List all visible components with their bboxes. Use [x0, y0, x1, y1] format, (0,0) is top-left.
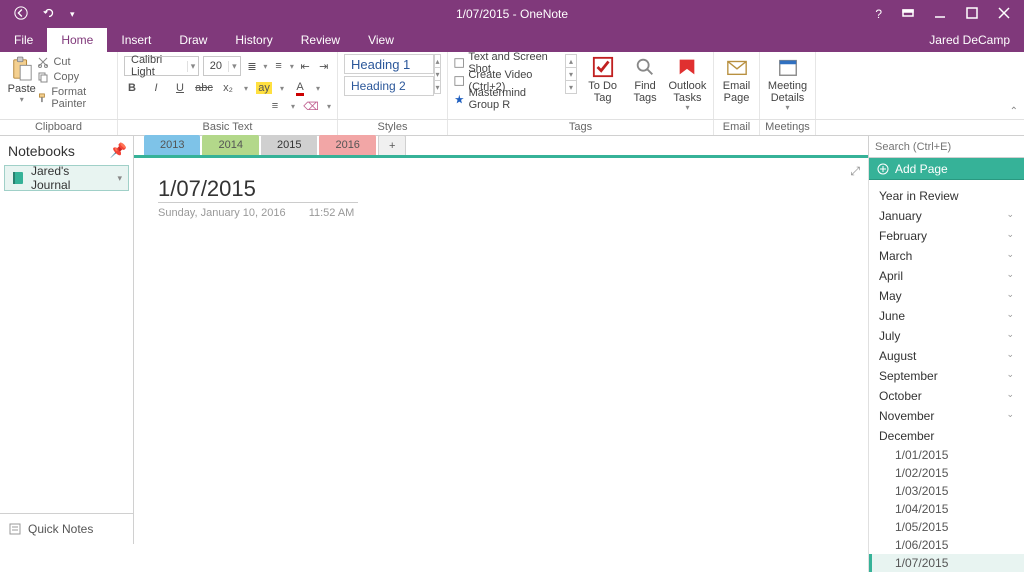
page-group-august[interactable]: August⌄: [869, 346, 1024, 366]
page-item[interactable]: 1/01/2015: [869, 446, 1024, 464]
page-item[interactable]: 1/07/2015: [869, 554, 1024, 572]
minimize-icon[interactable]: [934, 7, 946, 22]
maximize-icon[interactable]: [966, 7, 978, 22]
clear-format-icon[interactable]: ⌫: [303, 98, 319, 114]
page-title[interactable]: 1/07/2015: [158, 176, 358, 203]
pin-icon[interactable]: 📌: [110, 142, 127, 159]
ribbon-group-labels: Clipboard Basic Text Styles Tags Email M…: [0, 120, 1024, 136]
page-list-panel: Add Page Year in Review January⌄February…: [868, 158, 1024, 572]
section-tabs: 2013 2014 2015 2016 +: [134, 136, 868, 158]
styles-up-icon[interactable]: ▴: [434, 54, 441, 68]
page-group-november[interactable]: November⌄: [869, 406, 1024, 426]
style-heading1[interactable]: Heading 1: [344, 54, 434, 74]
add-page-button[interactable]: Add Page: [869, 158, 1024, 180]
highlight-icon[interactable]: ay: [256, 80, 272, 96]
page-group-april[interactable]: April⌄: [869, 266, 1024, 286]
tag-item-3[interactable]: Mastermind Group R: [454, 90, 559, 108]
email-page-button[interactable]: Email Page: [720, 54, 753, 104]
section-tab-2013[interactable]: 2013: [144, 135, 200, 155]
outdent-icon[interactable]: ⇤: [298, 58, 313, 74]
bullets-icon[interactable]: ≣: [245, 58, 260, 74]
underline-icon[interactable]: U: [172, 80, 188, 96]
page-group-december[interactable]: December: [869, 426, 1024, 446]
username-label[interactable]: Jared DeCamp: [929, 28, 1024, 52]
back-icon[interactable]: [14, 6, 28, 23]
page-date: Sunday, January 10, 2016: [158, 207, 286, 219]
meeting-details-button[interactable]: Meeting Details ▾: [766, 54, 809, 113]
tab-draw[interactable]: Draw: [165, 28, 221, 52]
help-icon[interactable]: ?: [875, 7, 882, 21]
page-item-yir[interactable]: Year in Review: [869, 186, 1024, 206]
tab-home[interactable]: Home: [47, 28, 107, 52]
italic-icon[interactable]: I: [148, 80, 164, 96]
page-group-february[interactable]: February⌄: [869, 226, 1024, 246]
bold-icon[interactable]: B: [124, 80, 140, 96]
page-group-january[interactable]: January⌄: [869, 206, 1024, 226]
page-group-october[interactable]: October⌄: [869, 386, 1024, 406]
qat-customize-icon[interactable]: ▾: [70, 9, 75, 20]
paste-button[interactable]: Paste ▾: [6, 54, 37, 104]
notebook-item[interactable]: Jared's Journal ▾: [4, 165, 129, 191]
outlook-tasks-button[interactable]: Outlook Tasks ▾: [668, 54, 707, 113]
tags-up-icon[interactable]: ▴: [565, 54, 577, 68]
ribbon-tabs: File Home Insert Draw History Review Vie…: [0, 28, 1024, 52]
format-painter-button[interactable]: Format Painter: [37, 86, 111, 110]
tab-review[interactable]: Review: [287, 28, 354, 52]
titlebar: ▾ 1/07/2015 - OneNote ?: [0, 0, 1024, 28]
page-canvas[interactable]: ⤢ 1/07/2015 Sunday, January 10, 2016 11:…: [134, 158, 868, 572]
chevron-down-icon: ▾: [117, 173, 122, 184]
page-item[interactable]: 1/06/2015: [869, 536, 1024, 554]
page-group-may[interactable]: May⌄: [869, 286, 1024, 306]
notebooks-panel: Notebooks 📌 Jared's Journal ▾ Quick Note…: [0, 136, 134, 544]
fullscreen-icon[interactable]: ⤢: [850, 164, 860, 179]
styles-more-icon[interactable]: ▾: [434, 80, 441, 94]
page-item[interactable]: 1/05/2015: [869, 518, 1024, 536]
content-area: Notebooks 📌 Jared's Journal ▾ Quick Note…: [0, 136, 1024, 544]
page-item[interactable]: 1/02/2015: [869, 464, 1024, 482]
window-title: 1/07/2015 - OneNote: [456, 7, 568, 21]
tags-more-icon[interactable]: ▾: [565, 80, 577, 94]
tab-history[interactable]: History: [221, 28, 286, 52]
tab-file[interactable]: File: [0, 28, 47, 52]
page-group-september[interactable]: September⌄: [869, 366, 1024, 386]
styles-down-icon[interactable]: ▾: [434, 67, 441, 81]
cut-button[interactable]: Cut: [37, 56, 111, 68]
undo-icon[interactable]: [42, 6, 56, 23]
subscript-icon[interactable]: x₂: [220, 80, 236, 96]
section-tab-2014[interactable]: 2014: [202, 135, 258, 155]
tags-down-icon[interactable]: ▾: [565, 67, 577, 81]
close-icon[interactable]: [998, 7, 1010, 22]
font-family-select[interactable]: Calibri Light▾: [124, 56, 199, 76]
collapse-ribbon-icon[interactable]: ⌃: [1010, 106, 1018, 117]
strike-icon[interactable]: abc: [196, 80, 212, 96]
search-input[interactable]: [869, 136, 1023, 157]
page-item[interactable]: 1/04/2015: [869, 500, 1024, 518]
indent-icon[interactable]: ⇥: [316, 58, 331, 74]
section-tab-2015[interactable]: 2015: [261, 135, 317, 155]
font-size-select[interactable]: 20▾: [203, 56, 241, 76]
section-tab-2016[interactable]: 2016: [319, 135, 375, 155]
page-item[interactable]: 1/03/2015: [869, 482, 1024, 500]
notebooks-header: Notebooks: [8, 143, 75, 159]
numbering-icon[interactable]: ≡: [271, 58, 286, 74]
add-section-button[interactable]: +: [378, 135, 406, 155]
todo-tag-button[interactable]: To Do Tag: [583, 54, 622, 104]
align-icon[interactable]: ≡: [267, 98, 283, 114]
page-group-july[interactable]: July⌄: [869, 326, 1024, 346]
style-heading2[interactable]: Heading 2: [344, 76, 434, 96]
page-time: 11:52 AM: [309, 207, 355, 219]
tab-view[interactable]: View: [354, 28, 408, 52]
page-group-june[interactable]: June⌄: [869, 306, 1024, 326]
ribbon-toggle-icon[interactable]: [902, 7, 914, 22]
ribbon: Paste ▾ Cut Copy Format Painter Calibri …: [0, 52, 1024, 120]
quick-notes-button[interactable]: Quick Notes: [0, 513, 133, 544]
find-tags-button[interactable]: Find Tags: [628, 54, 662, 104]
page-group-march[interactable]: March⌄: [869, 246, 1024, 266]
font-color-icon[interactable]: A: [292, 80, 308, 96]
copy-button[interactable]: Copy: [37, 71, 111, 83]
tab-insert[interactable]: Insert: [107, 28, 165, 52]
